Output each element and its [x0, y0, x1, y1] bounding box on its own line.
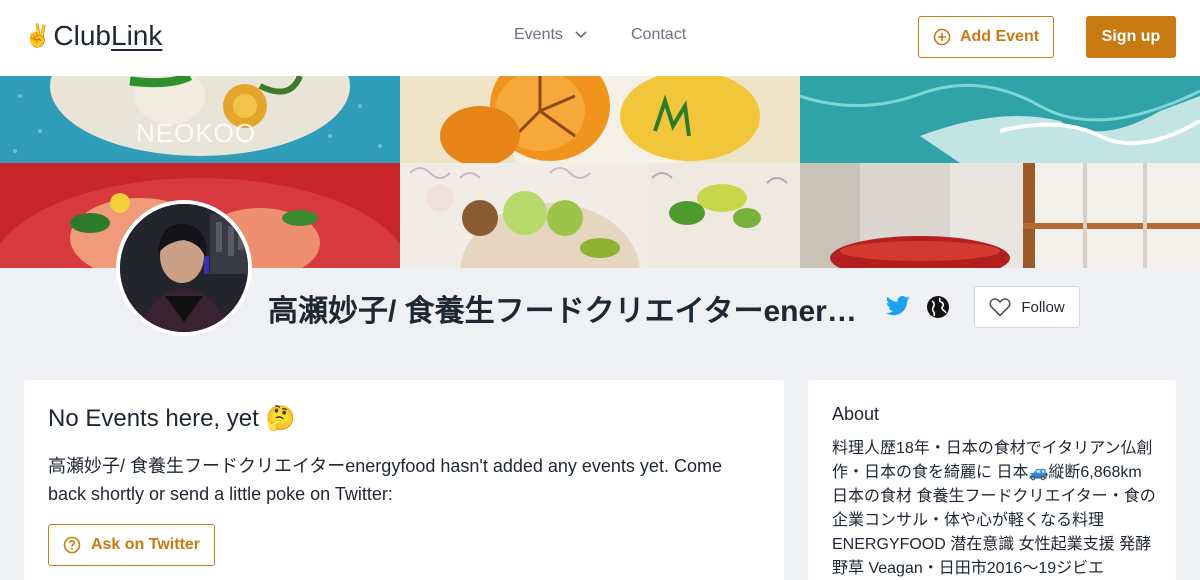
about-card: About 料理人歴18年・日本の食材でイタリアン仏創作・日本の食を綺麗に 日本… — [808, 380, 1176, 580]
twitter-icon[interactable] — [886, 296, 910, 321]
add-event-button[interactable]: Add Event — [918, 16, 1054, 58]
logo-text-club: Club — [53, 20, 111, 51]
banner-photo-interior — [1023, 163, 1200, 268]
add-event-label: Add Event — [959, 28, 1040, 45]
heart-icon — [989, 298, 1011, 317]
clublink-logo[interactable]: ✌️ Club Link — [24, 20, 162, 52]
follow-label: Follow — [1021, 298, 1065, 316]
globe-icon[interactable] — [926, 295, 950, 324]
banner-photo-lacquer-bowl — [800, 163, 1023, 268]
ask-on-twitter-label: Ask on Twitter — [90, 536, 201, 553]
question-circle-icon — [63, 536, 81, 554]
events-card: No Events here, yet 🤔 高瀬妙子/ 食養生フードクリエイター… — [24, 380, 784, 580]
banner-photo-garnish — [647, 163, 800, 268]
follow-button[interactable]: Follow — [974, 286, 1080, 328]
banner-photo-citrus — [400, 76, 800, 163]
banner-watermark: NEOKOO — [136, 118, 257, 148]
banner-photo-ocean — [800, 76, 1200, 163]
sign-up-button[interactable]: Sign up — [1086, 16, 1176, 58]
about-text: 料理人歴18年・日本の食材でイタリアン仏創作・日本の食を綺麗に 日本🚙縦断6,8… — [832, 440, 1156, 577]
banner-photo-dessert — [400, 163, 647, 268]
plus-circle-icon — [933, 28, 951, 46]
logo-text-link: Link — [111, 20, 163, 51]
events-label: Events — [514, 26, 563, 43]
events-dropdown[interactable]: Events — [514, 26, 587, 44]
contact-link[interactable]: Contact — [631, 26, 686, 44]
victory-hand-icon: ✌️ — [24, 23, 52, 48]
profile-avatar — [116, 200, 252, 336]
top-navbar: ✌️ Club Link Events Contact Add Event Sig… — [0, 0, 1200, 76]
about-title: About — [832, 404, 880, 424]
ask-on-twitter-button[interactable]: Ask on Twitter — [48, 524, 215, 566]
chevron-down-icon — [575, 31, 587, 39]
profile-name: 高瀬妙子/ 食養生フードクリエイターenergyfood — [268, 295, 868, 328]
no-events-message: 高瀬妙子/ 食養生フードクリエイターenergyfood hasn't adde… — [48, 456, 722, 504]
no-events-title: No Events here, yet 🤔 — [48, 405, 296, 432]
